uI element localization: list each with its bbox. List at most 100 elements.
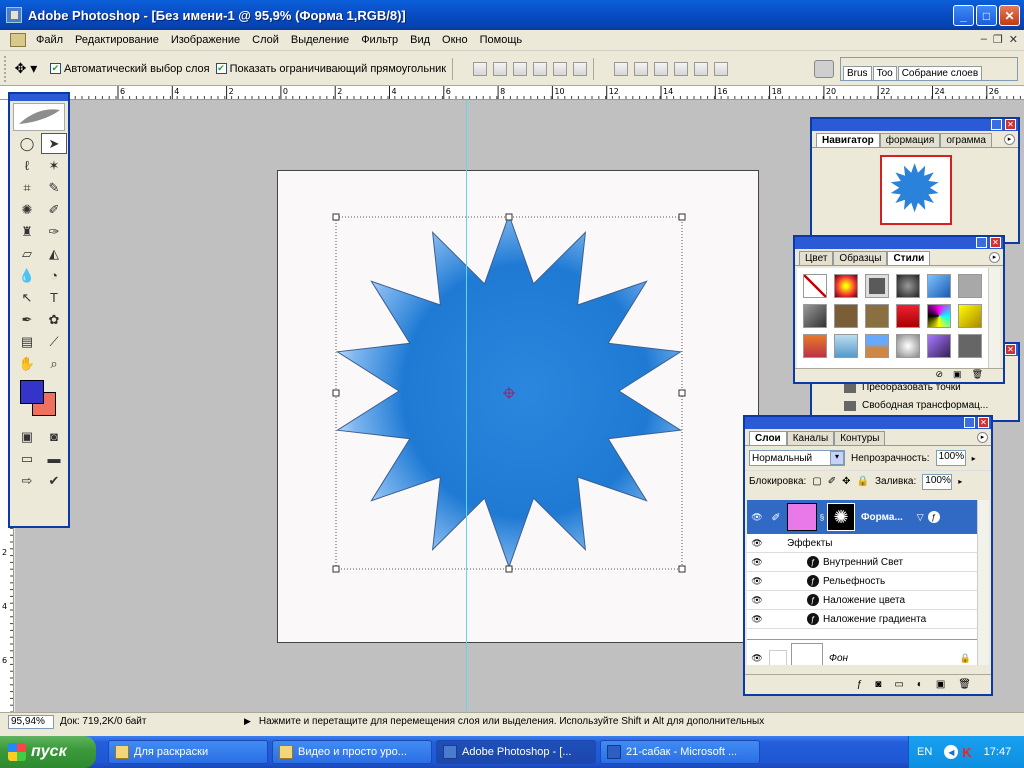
brush-tool-icon[interactable]: ✐ (41, 199, 67, 220)
menu-file[interactable]: Файл (30, 34, 69, 46)
align-right-icon[interactable] (573, 61, 588, 76)
align-bottom-icon[interactable] (513, 61, 528, 76)
doc-minimize-icon[interactable]: – (981, 33, 987, 46)
slice-tool-icon[interactable]: ✎ (41, 177, 67, 198)
tab-channels[interactable]: Каналы (786, 431, 835, 445)
style-new-icon[interactable]: ▣ (953, 369, 962, 382)
brush-link-icon[interactable]: ✐ (767, 511, 785, 524)
shape-layer-row[interactable]: 👁 ✐ § ✺ Форма... ▽ ƒ (747, 500, 979, 534)
show-bounds-option[interactable]: ✔ Показать ограничивающий прямоугольник (215, 63, 446, 75)
styles-panel-header[interactable]: ✕ (795, 237, 1003, 249)
style-clear-icon[interactable]: ⊘ (936, 369, 944, 382)
background-thumbnail[interactable] (791, 642, 823, 665)
effects-triangle-icon[interactable]: ▽ (917, 512, 924, 523)
well-tab-tool-presets[interactable]: Too (872, 66, 897, 80)
photoshop-app-icon[interactable] (6, 7, 22, 23)
hand-tool-icon[interactable]: ✋ (14, 353, 40, 374)
navigator-menu-icon[interactable]: ▸ (1004, 134, 1015, 145)
screen-mode-icon[interactable]: ▭ (14, 448, 40, 469)
align-top-icon[interactable] (473, 61, 488, 76)
doc-restore-icon[interactable]: ❐ (993, 33, 1003, 46)
menu-window[interactable]: Окно (436, 34, 474, 46)
styles-menu-icon[interactable]: ▸ (989, 252, 1000, 263)
visibility-eye-icon[interactable]: 👁 (747, 557, 767, 568)
layers-scrollbar[interactable] (977, 500, 989, 665)
eyedropper-tool-icon[interactable]: ⟋ (41, 331, 67, 352)
style-swatch[interactable] (958, 304, 982, 328)
path-selection-tool-icon[interactable]: ↖ (14, 287, 40, 308)
tab-histogram[interactable]: ограмма (940, 133, 992, 147)
history-brush-tool-icon[interactable]: ✑ (41, 221, 67, 242)
align-hcenter-icon[interactable] (553, 61, 568, 76)
style-swatch[interactable] (834, 334, 858, 358)
start-button[interactable]: пуск (0, 736, 96, 768)
horizontal-ruler[interactable]: 6 4 2 0 2 4 6 8 10 12 14 16 18 20 22 24 26 (0, 86, 1024, 100)
style-swatch[interactable] (958, 334, 982, 358)
zoom-input[interactable]: 95,94% (8, 714, 54, 729)
tab-info[interactable]: формация (879, 133, 941, 147)
effects-row[interactable]: 👁 Эффекты (747, 534, 979, 553)
menu-select[interactable]: Выделение (285, 34, 355, 46)
style-swatch[interactable] (803, 304, 827, 328)
align-left-icon[interactable] (533, 61, 548, 76)
distribute-left-icon[interactable] (674, 61, 689, 76)
auto-select-option[interactable]: ✔ Автоматический выбор слоя (50, 63, 210, 75)
show-bounds-checkbox[interactable]: ✔ (215, 63, 227, 74)
effect-row[interactable]: 👁 ƒ Наложение цвета (747, 591, 979, 610)
visibility-eye-icon[interactable]: 👁 (747, 595, 767, 606)
type-tool-icon[interactable]: T (41, 287, 67, 308)
document-icon[interactable] (10, 33, 26, 47)
new-layer-icon[interactable]: ▣ (936, 679, 945, 690)
styles-minimize-icon[interactable] (976, 237, 987, 248)
check-icon[interactable]: ✔ (41, 470, 67, 491)
chevron-down-icon[interactable]: ▾ (830, 451, 844, 465)
paint-bucket-tool-icon[interactable]: ◭ (41, 243, 67, 264)
vertical-guide[interactable] (466, 100, 467, 712)
layers-minimize-icon[interactable] (964, 417, 975, 428)
file-browser-icon[interactable] (814, 60, 834, 78)
effect-row[interactable]: 👁 ƒ Наложение градиента (747, 610, 979, 629)
align-vcenter-icon[interactable] (493, 61, 508, 76)
magic-wand-tool-icon[interactable]: ✶ (41, 155, 67, 176)
distribute-top-icon[interactable] (614, 61, 629, 76)
history-item[interactable]: Свободная трансформац... (844, 400, 988, 411)
lock-all-icon[interactable]: 🔒 (857, 476, 869, 487)
effect-row[interactable]: 👁 ƒ Рельефность (747, 572, 979, 591)
style-swatch[interactable] (865, 334, 889, 358)
distribute-right-icon[interactable] (714, 61, 729, 76)
move-tool-icon[interactable]: ➤ (41, 133, 67, 154)
visibility-eye-icon[interactable]: 👁 (747, 614, 767, 625)
tab-navigator[interactable]: Навигатор (816, 133, 880, 147)
zoom-tool-icon[interactable]: ⌕ (41, 353, 67, 374)
style-swatch[interactable] (896, 274, 920, 298)
layer-link-box[interactable] (769, 649, 787, 665)
layers-panel-header[interactable]: ✕ (745, 417, 991, 429)
navigator-close-icon[interactable]: ✕ (1005, 119, 1016, 130)
distribute-hcenter-icon[interactable] (694, 61, 709, 76)
style-swatch[interactable] (896, 304, 920, 328)
well-tab-layer-comps[interactable]: Собрание слоев (897, 66, 983, 80)
style-swatch[interactable] (896, 334, 920, 358)
foreground-color-swatch[interactable] (20, 380, 44, 404)
visibility-eye-icon[interactable]: 👁 (747, 653, 767, 664)
layers-menu-icon[interactable]: ▸ (977, 432, 988, 443)
photoshop-feather-logo[interactable] (13, 103, 65, 131)
menu-layer[interactable]: Слой (246, 34, 285, 46)
maximize-button[interactable]: □ (976, 5, 997, 26)
tab-color[interactable]: Цвет (799, 251, 834, 265)
taskbar-item[interactable]: 21-сабак - Microsoft ... (600, 740, 760, 764)
clone-stamp-tool-icon[interactable]: ♜ (14, 221, 40, 242)
healing-brush-tool-icon[interactable]: ✺ (14, 199, 40, 220)
navigator-minimize-icon[interactable] (991, 119, 1002, 130)
style-swatch[interactable] (834, 304, 858, 328)
language-indicator[interactable]: EN (917, 746, 932, 758)
auto-select-checkbox[interactable]: ✔ (50, 63, 61, 74)
kaspersky-icon[interactable]: K (962, 745, 971, 760)
taskbar-item[interactable]: Видео и просто уро... (272, 740, 432, 764)
taskbar-item[interactable]: Для раскраски (108, 740, 268, 764)
quick-mask-mode-icon[interactable]: ◙ (41, 426, 67, 447)
marquee-tool-icon[interactable]: ◯ (14, 133, 40, 154)
style-swatch[interactable] (958, 274, 982, 298)
tab-swatches[interactable]: Образцы (833, 251, 888, 265)
doc-info[interactable]: Док: 719,2K/0 байт (60, 716, 240, 727)
